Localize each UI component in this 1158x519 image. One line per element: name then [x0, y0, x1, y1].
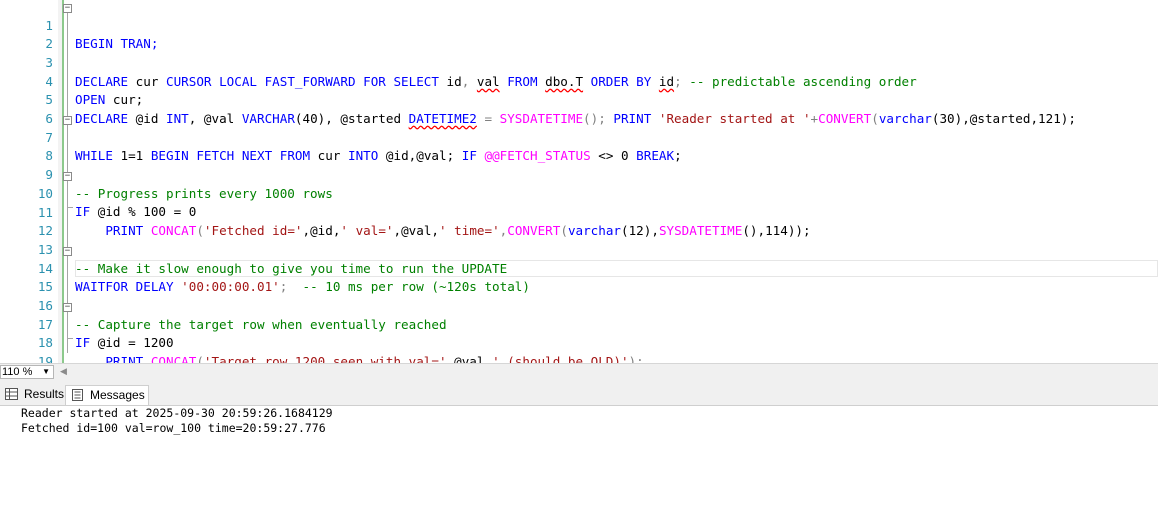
zoom-dropdown[interactable]: 110 % ▼ — [0, 365, 54, 379]
line-8[interactable]: 8 — [0, 129, 1158, 163]
line-9[interactable]: 9 -- Progress prints every 1000 rows — [0, 148, 1158, 201]
tab-messages-label: Messages — [90, 388, 145, 402]
line-18[interactable]: 18 PRINT CONCAT('Target row 1200 seen wi… — [0, 316, 1158, 363]
grid-icon — [5, 388, 18, 400]
collapse-icon[interactable]: − — [63, 4, 72, 13]
line-13[interactable]: 13 -- Make it slow enough to give you ti… — [0, 222, 1158, 276]
scroll-left-icon[interactable]: ◀ — [60, 366, 67, 377]
line-7[interactable]: 7 WHILE 1=1 BEGIN FETCH NEXT FROM cur IN… — [0, 110, 1158, 164]
fold-end-tick — [67, 207, 73, 208]
line-20[interactable]: 20 — [0, 353, 1158, 363]
collapse-icon[interactable]: − — [63, 116, 72, 125]
tab-results-label: Results — [24, 387, 65, 401]
line-10[interactable]: 10 IF @id % 100 = 0 — [0, 166, 1158, 220]
line-19[interactable]: 19 — [0, 335, 1158, 363]
messages-icon — [72, 389, 83, 401]
line-17[interactable]: 17 IF @id = 1200 — [0, 297, 1158, 351]
message-line: Reader started at 2025-09-30 20:59:26.16… — [21, 406, 333, 420]
collapse-icon[interactable]: − — [63, 303, 72, 312]
line-15[interactable]: 15 — [0, 260, 1158, 294]
line-11[interactable]: 11 PRINT CONCAT('Fetched id=',@id,' val=… — [0, 185, 1158, 239]
line-16[interactable]: 16 -- Capture the target row when eventu… — [0, 279, 1158, 332]
zoom-value: 110 % — [2, 366, 33, 378]
fold-end-tick — [67, 338, 73, 339]
results-tab-bar: Results Messages — [0, 381, 1158, 406]
tab-results[interactable]: Results — [0, 385, 64, 405]
messages-pane[interactable]: Reader started at 2025-09-30 20:59:26.16… — [0, 406, 1158, 519]
message-line: Fetched id=100 val=row_100 time=20:59:27… — [21, 421, 326, 435]
current-line-highlight — [75, 260, 1158, 278]
collapse-icon[interactable]: − — [63, 172, 72, 181]
collapse-icon[interactable]: − — [63, 247, 72, 256]
line-1[interactable]: 1 BEGIN TRAN; — [0, 0, 1158, 52]
chevron-down-icon: ▼ — [42, 367, 50, 376]
line-2[interactable]: 2 — [0, 17, 1158, 51]
line-4[interactable]: 4 OPEN cur; — [0, 54, 1158, 108]
line-14[interactable]: 14 WAITFOR DELAY '00:00:00.01'; -- 10 ms… — [0, 241, 1158, 295]
tab-messages[interactable]: Messages — [65, 385, 149, 405]
line-5[interactable]: 5 DECLARE @id INT, @val VARCHAR(40), @st… — [0, 73, 1158, 126]
query-editor[interactable]: 1 BEGIN TRAN; 2 3 DECLARE cur CURSOR LOC… — [0, 0, 1158, 363]
line-6[interactable]: 6 — [0, 92, 1158, 126]
line-12[interactable]: 12 — [0, 204, 1158, 238]
line-3[interactable]: 3 DECLARE cur CURSOR LOCAL FAST_FORWARD … — [0, 35, 1158, 89]
editor-status-bar: 110 % ▼ ◀ — [0, 363, 1158, 381]
